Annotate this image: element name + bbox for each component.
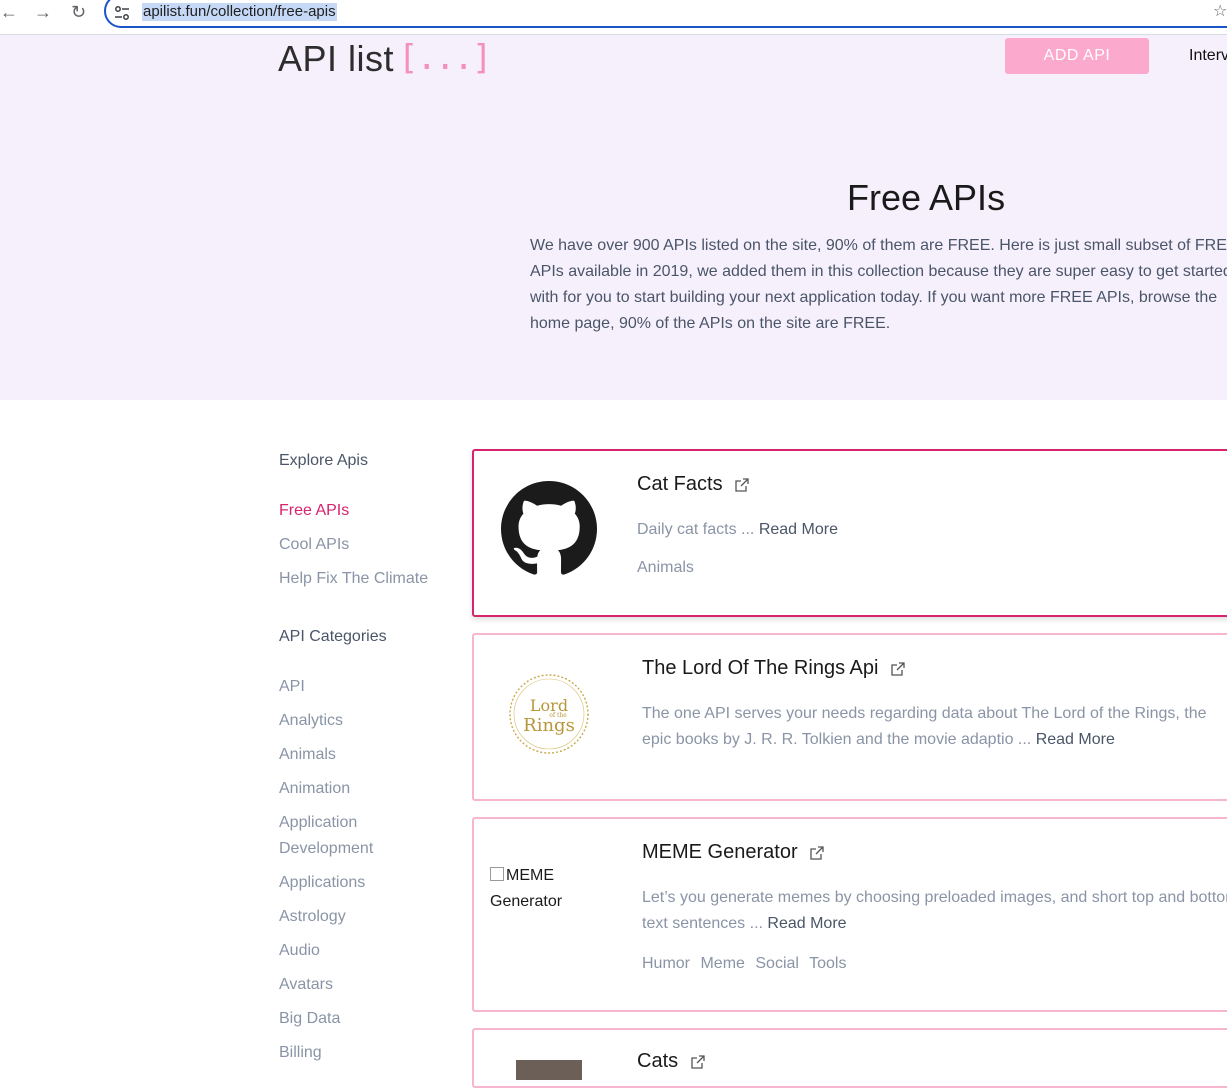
card-description: Daily cat facts ... Read More bbox=[637, 521, 838, 538]
broken-image-icon bbox=[490, 867, 504, 881]
lord-of-the-rings-logo: Lord of the Rings bbox=[509, 674, 589, 754]
back-icon[interactable]: ← bbox=[0, 2, 18, 23]
sidebar-item-help-fix-climate[interactable]: Help Fix The Climate bbox=[279, 566, 428, 592]
tag-social[interactable]: Social bbox=[755, 955, 799, 972]
forward-icon[interactable]: → bbox=[34, 2, 52, 23]
category-animation[interactable]: Animation bbox=[279, 776, 350, 802]
external-link-icon[interactable] bbox=[890, 661, 906, 677]
tag-humor[interactable]: Humor bbox=[642, 955, 690, 972]
tag-animals[interactable]: Animals bbox=[637, 559, 694, 576]
category-billing[interactable]: Billing bbox=[279, 1040, 322, 1066]
api-card[interactable]: MEME Generator MEME Generator Let’s you … bbox=[472, 817, 1227, 1012]
card-tags: Animals bbox=[637, 559, 700, 577]
category-animals[interactable]: Animals bbox=[279, 742, 336, 768]
read-more-link[interactable]: Read More bbox=[759, 521, 838, 538]
explore-heading: Explore Apis bbox=[279, 452, 368, 469]
card-title[interactable]: The Lord Of The Rings Api bbox=[642, 657, 906, 680]
hero-section: API list [...] ADD API Interv Free APIs … bbox=[0, 35, 1227, 400]
nav-link-partial[interactable]: Interv bbox=[1189, 47, 1227, 65]
site-settings-icon[interactable] bbox=[112, 3, 132, 23]
sidebar-item-cool-apis[interactable]: Cool APIs bbox=[279, 532, 349, 558]
card-tags: Humor Meme Social Tools bbox=[642, 955, 852, 973]
card-description: The one API serves your needs regarding … bbox=[642, 705, 1207, 748]
tag-tools[interactable]: Tools bbox=[809, 955, 846, 972]
url-text[interactable]: apilist.fun/collection/free-apis bbox=[142, 3, 337, 21]
category-applications[interactable]: Applications bbox=[279, 870, 365, 896]
category-avatars[interactable]: Avatars bbox=[279, 972, 333, 998]
logo-bracket: [...] bbox=[398, 38, 492, 78]
broken-image: MEME Generator bbox=[490, 867, 563, 910]
category-big-data[interactable]: Big Data bbox=[279, 1006, 340, 1032]
external-link-icon[interactable] bbox=[690, 1054, 706, 1070]
category-api[interactable]: API bbox=[279, 674, 305, 700]
category-application-development[interactable]: Application Development bbox=[279, 810, 409, 862]
category-analytics[interactable]: Analytics bbox=[279, 708, 343, 734]
page-title: Free APIs bbox=[847, 177, 1006, 218]
categories-heading: API Categories bbox=[279, 628, 387, 645]
cat-photo bbox=[516, 1060, 582, 1080]
read-more-link[interactable]: Read More bbox=[767, 915, 846, 932]
add-api-button[interactable]: ADD API bbox=[1005, 38, 1149, 74]
site-logo[interactable]: API list bbox=[278, 38, 394, 80]
card-title[interactable]: Cat Facts bbox=[637, 473, 750, 496]
external-link-icon[interactable] bbox=[809, 845, 825, 861]
reload-icon[interactable]: ↻ bbox=[71, 2, 86, 23]
tag-meme[interactable]: Meme bbox=[700, 955, 744, 972]
external-link-icon[interactable] bbox=[734, 477, 750, 493]
category-audio[interactable]: Audio bbox=[279, 938, 320, 964]
api-card[interactable]: Cat Facts Daily cat facts ... Read More … bbox=[472, 449, 1227, 617]
star-icon[interactable]: ☆ bbox=[1213, 1, 1227, 21]
card-description: Let’s you generate memes by choosing pre… bbox=[642, 889, 1227, 932]
card-title[interactable]: Cats bbox=[637, 1050, 706, 1073]
browser-toolbar: ← → ↻ apilist.fun/collection/free-apis ☆ bbox=[0, 0, 1227, 35]
api-card[interactable]: Cats bbox=[472, 1028, 1227, 1088]
sidebar-item-free-apis[interactable]: Free APIs bbox=[279, 498, 349, 524]
svg-text:Rings: Rings bbox=[523, 715, 575, 736]
github-icon bbox=[501, 481, 597, 575]
hero-description: We have over 900 APIs listed on the site… bbox=[530, 237, 1227, 332]
api-card[interactable]: Lord of the Rings The Lord Of The Rings … bbox=[472, 633, 1227, 801]
category-astrology[interactable]: Astrology bbox=[279, 904, 346, 930]
read-more-link[interactable]: Read More bbox=[1036, 731, 1115, 748]
card-title[interactable]: MEME Generator bbox=[642, 841, 825, 864]
